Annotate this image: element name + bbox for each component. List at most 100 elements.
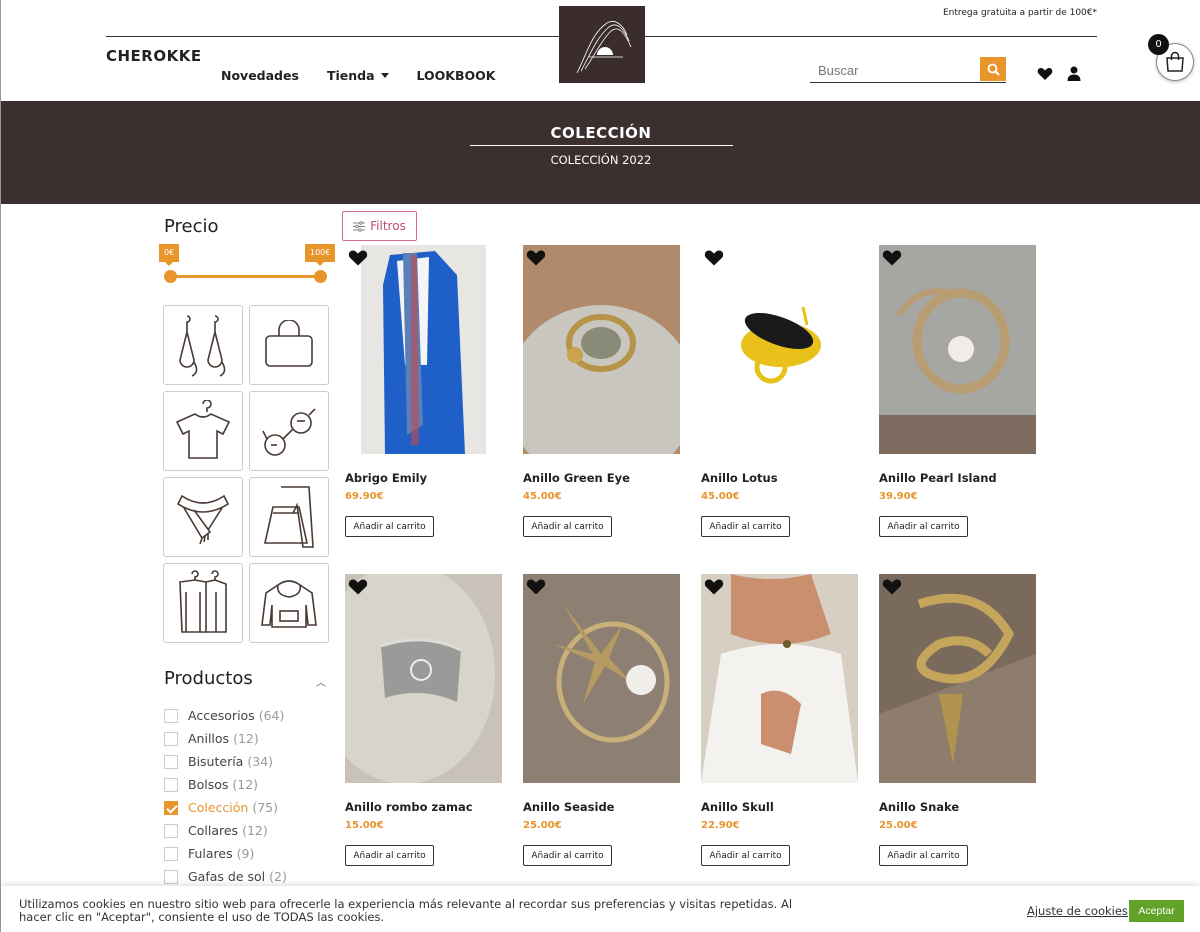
- product-card[interactable]: Anillo Pearl Island 39.90€ Añadir al car…: [879, 245, 1039, 537]
- product-image[interactable]: [701, 574, 858, 783]
- wishlist-heart-button[interactable]: [348, 578, 368, 600]
- add-to-cart-button[interactable]: Añadir al carrito: [523, 845, 612, 866]
- wishlist-button[interactable]: [1037, 66, 1053, 85]
- price-min-handle[interactable]: [164, 270, 177, 283]
- product-image[interactable]: [701, 245, 858, 454]
- filter-coleccion[interactable]: Colección (75): [164, 796, 287, 819]
- heart-icon: [526, 579, 546, 595]
- add-to-cart-button[interactable]: Añadir al carrito: [701, 845, 790, 866]
- wishlist-heart-button[interactable]: [704, 249, 724, 271]
- wishlist-heart-button[interactable]: [526, 249, 546, 271]
- chevron-up-icon[interactable]: ︿: [316, 674, 326, 689]
- add-to-cart-button[interactable]: Añadir al carrito: [701, 516, 790, 537]
- products-filter-header[interactable]: Productos ︿: [164, 668, 329, 689]
- filter-anillos[interactable]: Anillos (12): [164, 727, 287, 750]
- nav-lookbook[interactable]: LOOKBOOK: [417, 68, 496, 83]
- product-name[interactable]: Anillo Seaside: [523, 800, 683, 814]
- filter-checkbox[interactable]: [164, 754, 178, 769]
- nav-lookbook-label: LOOKBOOK: [416, 68, 496, 83]
- product-card[interactable]: Anillo Seaside 25.00€ Añadir al carrito: [523, 574, 683, 866]
- wishlist-heart-button[interactable]: [882, 578, 902, 600]
- product-card[interactable]: Anillo rombo zamac 15.00€ Añadir al carr…: [345, 574, 505, 866]
- product-name[interactable]: Anillo Skull: [701, 800, 861, 814]
- filter-checkbox[interactable]: [164, 731, 178, 746]
- product-image[interactable]: [345, 245, 502, 454]
- product-card[interactable]: Anillo Skull 22.90€ Añadir al carrito: [701, 574, 861, 866]
- product-name[interactable]: Anillo Lotus: [701, 471, 861, 485]
- account-button[interactable]: [1067, 66, 1081, 85]
- category-sunglasses[interactable]: [249, 391, 329, 471]
- category-scarves[interactable]: [163, 477, 243, 557]
- product-name[interactable]: Anillo Snake: [879, 800, 1039, 814]
- wishlist-heart-button[interactable]: [704, 578, 724, 600]
- category-bottoms[interactable]: [249, 477, 329, 557]
- wishlist-heart-button[interactable]: [882, 249, 902, 271]
- add-to-cart-button[interactable]: Añadir al carrito: [879, 516, 968, 537]
- nav-tienda[interactable]: Tienda: [327, 68, 389, 83]
- nav-novedades[interactable]: Novedades: [221, 68, 299, 83]
- product-card[interactable]: Abrigo Emily 69.90€ Añadir al carrito: [345, 245, 505, 537]
- filter-bolsos[interactable]: Bolsos (12): [164, 773, 287, 796]
- filter-checkbox[interactable]: [164, 823, 178, 838]
- product-card[interactable]: Anillo Lotus 45.00€ Añadir al carrito: [701, 245, 861, 537]
- sunglasses-icon: [262, 408, 316, 456]
- product-name[interactable]: Anillo Pearl Island: [879, 471, 1039, 485]
- price-slider[interactable]: 0€ 100€: [159, 244, 337, 284]
- add-to-cart-button[interactable]: Añadir al carrito: [345, 845, 434, 866]
- category-earrings[interactable]: [163, 305, 243, 385]
- add-to-cart-button[interactable]: Añadir al carrito: [523, 516, 612, 537]
- filters-button-label: Filtros: [370, 219, 406, 233]
- search-button[interactable]: [980, 57, 1006, 81]
- product-name[interactable]: Abrigo Emily: [345, 471, 505, 485]
- filter-bisuteria[interactable]: Bisutería (34): [164, 750, 287, 773]
- filter-checkbox[interactable]: [164, 708, 178, 723]
- product-price: 25.00€: [879, 820, 918, 831]
- category-jackets[interactable]: [249, 563, 329, 643]
- product-image[interactable]: [879, 574, 1036, 783]
- add-to-cart-button[interactable]: Añadir al carrito: [345, 516, 434, 537]
- filter-label: Collares: [188, 823, 239, 838]
- filter-collares[interactable]: Collares (12): [164, 819, 287, 842]
- filter-checkbox-checked[interactable]: [164, 800, 178, 815]
- product-image[interactable]: [345, 574, 502, 783]
- filter-checkbox[interactable]: [164, 846, 178, 861]
- filter-fulares[interactable]: Fulares (9): [164, 842, 287, 865]
- heart-icon: [704, 250, 724, 266]
- site-header: Entrega gratuita a partir de 100€* CHERO…: [1, 0, 1200, 101]
- product-name[interactable]: Anillo Green Eye: [523, 471, 683, 485]
- product-card[interactable]: Anillo Green Eye 45.00€ Añadir al carrit…: [523, 245, 683, 537]
- logo-mark-icon: [576, 20, 632, 73]
- clothes-rack-icon: [179, 570, 227, 633]
- wishlist-heart-button[interactable]: [348, 249, 368, 271]
- accept-cookies-button[interactable]: Aceptar: [1129, 900, 1184, 922]
- filter-label: Gafas de sol: [188, 869, 266, 884]
- nav-tienda-label: Tienda: [326, 68, 375, 83]
- brand-name[interactable]: CHEROKKE: [106, 47, 202, 65]
- category-clothing[interactable]: [163, 563, 243, 643]
- product-price: 45.00€: [523, 491, 562, 502]
- category-tops[interactable]: [163, 391, 243, 471]
- price-max-handle[interactable]: [314, 270, 327, 283]
- price-slider-track[interactable]: [170, 275, 321, 278]
- filters-button[interactable]: Filtros: [342, 211, 417, 241]
- filter-accesorios[interactable]: Accesorios (64): [164, 704, 287, 727]
- filter-checkbox[interactable]: [164, 777, 178, 792]
- price-max-tag: 100€: [305, 244, 336, 266]
- product-name[interactable]: Anillo rombo zamac: [345, 800, 505, 814]
- product-image[interactable]: [523, 245, 680, 454]
- main-nav: Novedades Tienda LOOKBOOK: [221, 68, 495, 83]
- product-image[interactable]: [523, 574, 680, 783]
- product-image[interactable]: [879, 245, 1036, 454]
- search-input[interactable]: [818, 60, 978, 80]
- price-min-tag: 0€: [159, 244, 180, 266]
- wishlist-heart-button[interactable]: [526, 578, 546, 600]
- product-price: 69.90€: [345, 491, 384, 502]
- add-to-cart-button[interactable]: Añadir al carrito: [879, 845, 968, 866]
- cart-count-badge: 0: [1148, 34, 1169, 55]
- category-bags[interactable]: [249, 305, 329, 385]
- filter-gafas-de-sol[interactable]: Gafas de sol (2): [164, 865, 287, 888]
- product-card[interactable]: Anillo Snake 25.00€ Añadir al carrito: [879, 574, 1039, 866]
- cookie-settings-link[interactable]: Ajuste de cookies: [1027, 904, 1128, 918]
- site-logo[interactable]: [559, 6, 645, 83]
- filter-checkbox[interactable]: [164, 869, 178, 884]
